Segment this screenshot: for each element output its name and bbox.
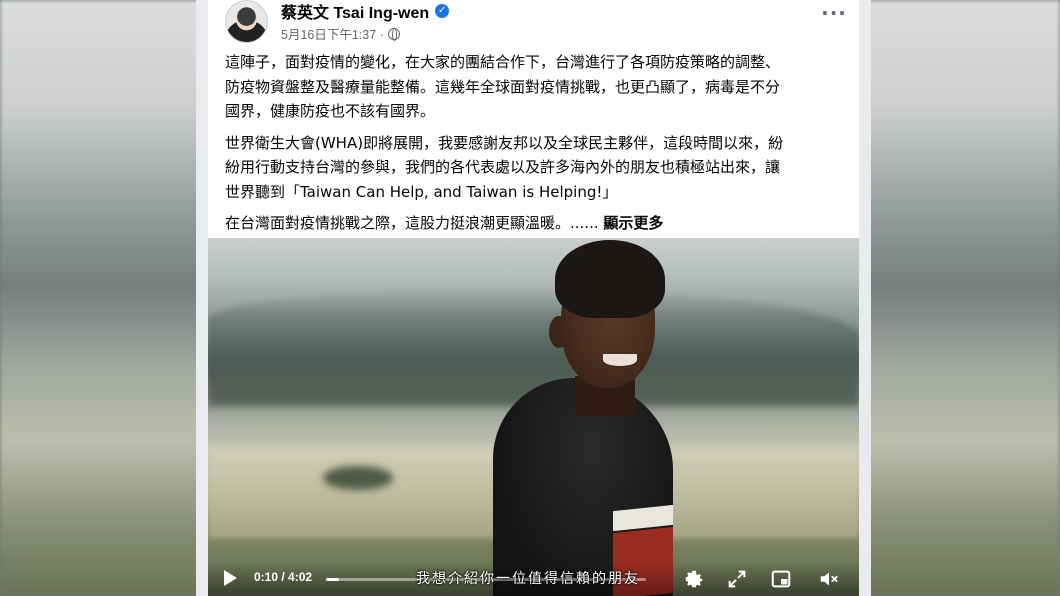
- globe-icon: [387, 27, 400, 41]
- progress-fill: [326, 578, 340, 581]
- post-last-line: 在台灣面對疫情挑戰之際，這股力挺浪潮更顯溫暖。......: [225, 214, 599, 232]
- author-name[interactable]: 蔡英文 Tsai Ing-wen: [281, 0, 429, 23]
- mute-icon[interactable]: [818, 568, 840, 590]
- video-frame-person: [463, 238, 683, 596]
- post-paragraph: 世界衛生大會(WHA)即將展開，我要感謝友邦以及全球民主夥伴，這段時間以來，紛 …: [225, 133, 784, 201]
- verified-badge-icon: ✓: [435, 4, 450, 18]
- expand-icon[interactable]: [726, 568, 748, 590]
- post-text: 這陣子，面對疫情的變化，在大家的團結合作下，台灣進行了各項防疫策略的調整、 防疫…: [225, 50, 850, 243]
- video-subtitle: 我想介紹你一位值得信賴的朋友: [416, 571, 640, 587]
- author-avatar[interactable]: [225, 0, 268, 43]
- more-options-icon[interactable]: ···: [819, 3, 849, 30]
- play-icon[interactable]: [224, 570, 237, 586]
- post-timestamp[interactable]: 5月16日下午1:37 ·: [281, 24, 384, 43]
- see-more-link[interactable]: 顯示更多: [603, 214, 663, 232]
- post-paragraph: 這陣子，面對疫情的變化，在大家的團結合作下，台灣進行了各項防疫策略的調整、 防疫…: [225, 53, 781, 120]
- post-header: 蔡英文 Tsai Ing-wen ✓ 5月16日下午1:37 · ···: [225, 0, 855, 44]
- video-controls: 0:10 / 4:02 我想介紹你一位值得信賴的朋友: [208, 562, 859, 596]
- video-time: 0:10 / 4:02: [254, 570, 313, 584]
- video-player[interactable]: 0:10 / 4:02 我想介紹你一位值得信賴的朋友: [208, 238, 859, 596]
- post-paragraph-last: 在台灣面對疫情挑戰之際，這股力挺浪潮更顯溫暖。...... 顯示更多: [225, 211, 850, 236]
- facebook-post-card: 蔡英文 Tsai Ing-wen ✓ 5月16日下午1:37 · ··· 這陣子…: [196, 0, 871, 596]
- gear-icon[interactable]: [683, 568, 705, 590]
- picture-in-picture-icon[interactable]: [770, 568, 792, 590]
